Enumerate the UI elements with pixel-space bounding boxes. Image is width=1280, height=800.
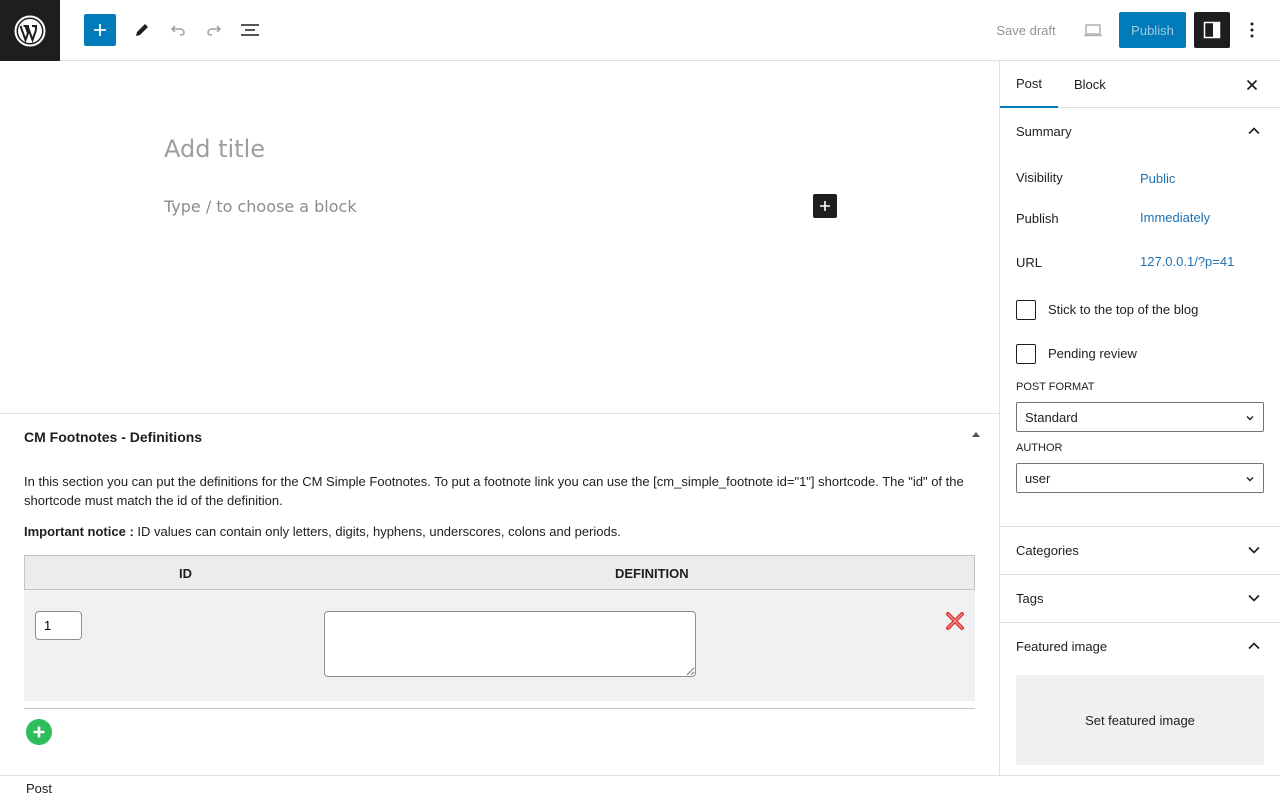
post-title-input[interactable]: Add title bbox=[164, 135, 265, 163]
url-label: URL bbox=[1016, 255, 1043, 270]
sidebar-tabs: Post Block bbox=[1000, 61, 1280, 108]
redo-button[interactable] bbox=[196, 12, 232, 48]
chevron-down-icon bbox=[1248, 546, 1260, 554]
inline-block-inserter-button[interactable] bbox=[813, 194, 837, 218]
default-block-appender[interactable]: Type / to choose a block bbox=[164, 197, 357, 216]
metabox-title: CM Footnotes - Definitions bbox=[24, 429, 203, 445]
close-sidebar-button[interactable] bbox=[1240, 73, 1264, 97]
categories-panel-title: Categories bbox=[1016, 543, 1079, 558]
editor-toolbar: Save draft Publish bbox=[0, 0, 1280, 61]
editor-footer: Post bbox=[0, 775, 1280, 800]
summary-panel-title: Summary bbox=[1016, 124, 1072, 139]
chevron-down-icon bbox=[1248, 594, 1260, 602]
tags-panel-toggle[interactable]: Tags bbox=[1000, 575, 1280, 622]
featured-image-panel-toggle[interactable]: Featured image bbox=[1000, 623, 1280, 670]
plus-circle-icon bbox=[33, 726, 45, 738]
publish-date-button[interactable]: Immediately bbox=[1140, 210, 1210, 225]
undo-icon bbox=[170, 25, 185, 36]
featured-image-panel-title: Featured image bbox=[1016, 639, 1108, 654]
author-value: user bbox=[1025, 471, 1051, 486]
post-format-value: Standard bbox=[1025, 410, 1078, 425]
set-featured-image-button[interactable]: Set featured image bbox=[1016, 675, 1264, 765]
wordpress-logo-icon[interactable] bbox=[0, 0, 60, 61]
column-header-definition: DEFINITION bbox=[615, 566, 689, 581]
save-draft-button[interactable]: Save draft bbox=[986, 12, 1066, 48]
pending-review-checkbox[interactable] bbox=[1016, 344, 1036, 364]
document-overview-button[interactable] bbox=[232, 12, 268, 48]
metabox-notice: Important notice : ID values can contain… bbox=[24, 524, 621, 539]
tools-edit-button[interactable] bbox=[124, 12, 160, 48]
table-header: ID DEFINITION bbox=[24, 555, 975, 590]
sticky-checkbox[interactable] bbox=[1016, 300, 1036, 320]
tags-panel-title: Tags bbox=[1016, 591, 1044, 606]
post-format-select[interactable]: Standard bbox=[1016, 402, 1264, 432]
delete-x-icon bbox=[946, 612, 964, 630]
settings-sidebar: Post Block Summary Visibility Public Pub… bbox=[999, 61, 1280, 775]
post-format-label: POST FORMAT bbox=[1016, 381, 1095, 393]
block-inserter-button[interactable] bbox=[84, 14, 116, 46]
metabox-collapse-icon[interactable] bbox=[972, 432, 980, 437]
footnotes-metabox: CM Footnotes - Definitions In this secti… bbox=[0, 413, 999, 775]
visibility-label: Visibility bbox=[1016, 170, 1063, 185]
sticky-label: Stick to the top of the blog bbox=[1048, 302, 1199, 317]
plus-icon bbox=[820, 201, 830, 211]
notice-text: ID values can contain only letters, digi… bbox=[137, 524, 621, 539]
list-view-icon bbox=[241, 24, 259, 36]
pending-review-label: Pending review bbox=[1048, 346, 1137, 361]
metabox-description: In this section you can put the definiti… bbox=[24, 474, 964, 508]
add-footnote-button[interactable] bbox=[26, 719, 52, 745]
summary-panel-toggle[interactable]: Summary bbox=[1000, 108, 1280, 155]
plus-icon bbox=[94, 24, 106, 36]
delete-footnote-button[interactable] bbox=[944, 610, 966, 632]
sidebar-settings-icon bbox=[1203, 21, 1221, 39]
block-breadcrumb[interactable]: Post bbox=[26, 781, 52, 796]
categories-panel-toggle[interactable]: Categories bbox=[1000, 527, 1280, 574]
redo-icon bbox=[207, 25, 222, 36]
close-icon bbox=[1246, 79, 1258, 91]
tab-post[interactable]: Post bbox=[1000, 61, 1058, 108]
url-value-button[interactable]: 127.0.0.1/?p=41 bbox=[1140, 254, 1234, 269]
publish-label: Publish bbox=[1016, 211, 1059, 226]
chevron-up-icon bbox=[1248, 127, 1260, 135]
pencil-icon bbox=[136, 24, 148, 36]
visibility-value-button[interactable]: Public bbox=[1140, 171, 1175, 186]
column-header-id: ID bbox=[179, 566, 192, 581]
settings-sidebar-toggle[interactable] bbox=[1194, 12, 1230, 48]
tab-block[interactable]: Block bbox=[1074, 61, 1106, 108]
author-label: AUTHOR bbox=[1016, 442, 1063, 454]
editor-canvas: Add title Type / to choose a block bbox=[0, 61, 999, 413]
laptop-preview-icon bbox=[1084, 24, 1102, 37]
publish-button[interactable]: Publish bbox=[1119, 12, 1186, 48]
chevron-down-icon bbox=[1246, 477, 1254, 482]
chevron-down-icon bbox=[1246, 416, 1254, 421]
footnote-definition-input[interactable] bbox=[324, 611, 696, 677]
chevron-up-icon bbox=[1248, 642, 1260, 650]
more-vertical-icon bbox=[1250, 22, 1254, 38]
table-divider bbox=[24, 708, 975, 709]
footnotes-table: ID DEFINITION bbox=[24, 555, 975, 701]
notice-label: Important notice : bbox=[24, 524, 134, 539]
options-menu-button[interactable] bbox=[1234, 12, 1270, 48]
footnote-id-input[interactable] bbox=[35, 611, 82, 640]
preview-button[interactable] bbox=[1075, 12, 1111, 48]
undo-button[interactable] bbox=[160, 12, 196, 48]
author-select[interactable]: user bbox=[1016, 463, 1264, 493]
